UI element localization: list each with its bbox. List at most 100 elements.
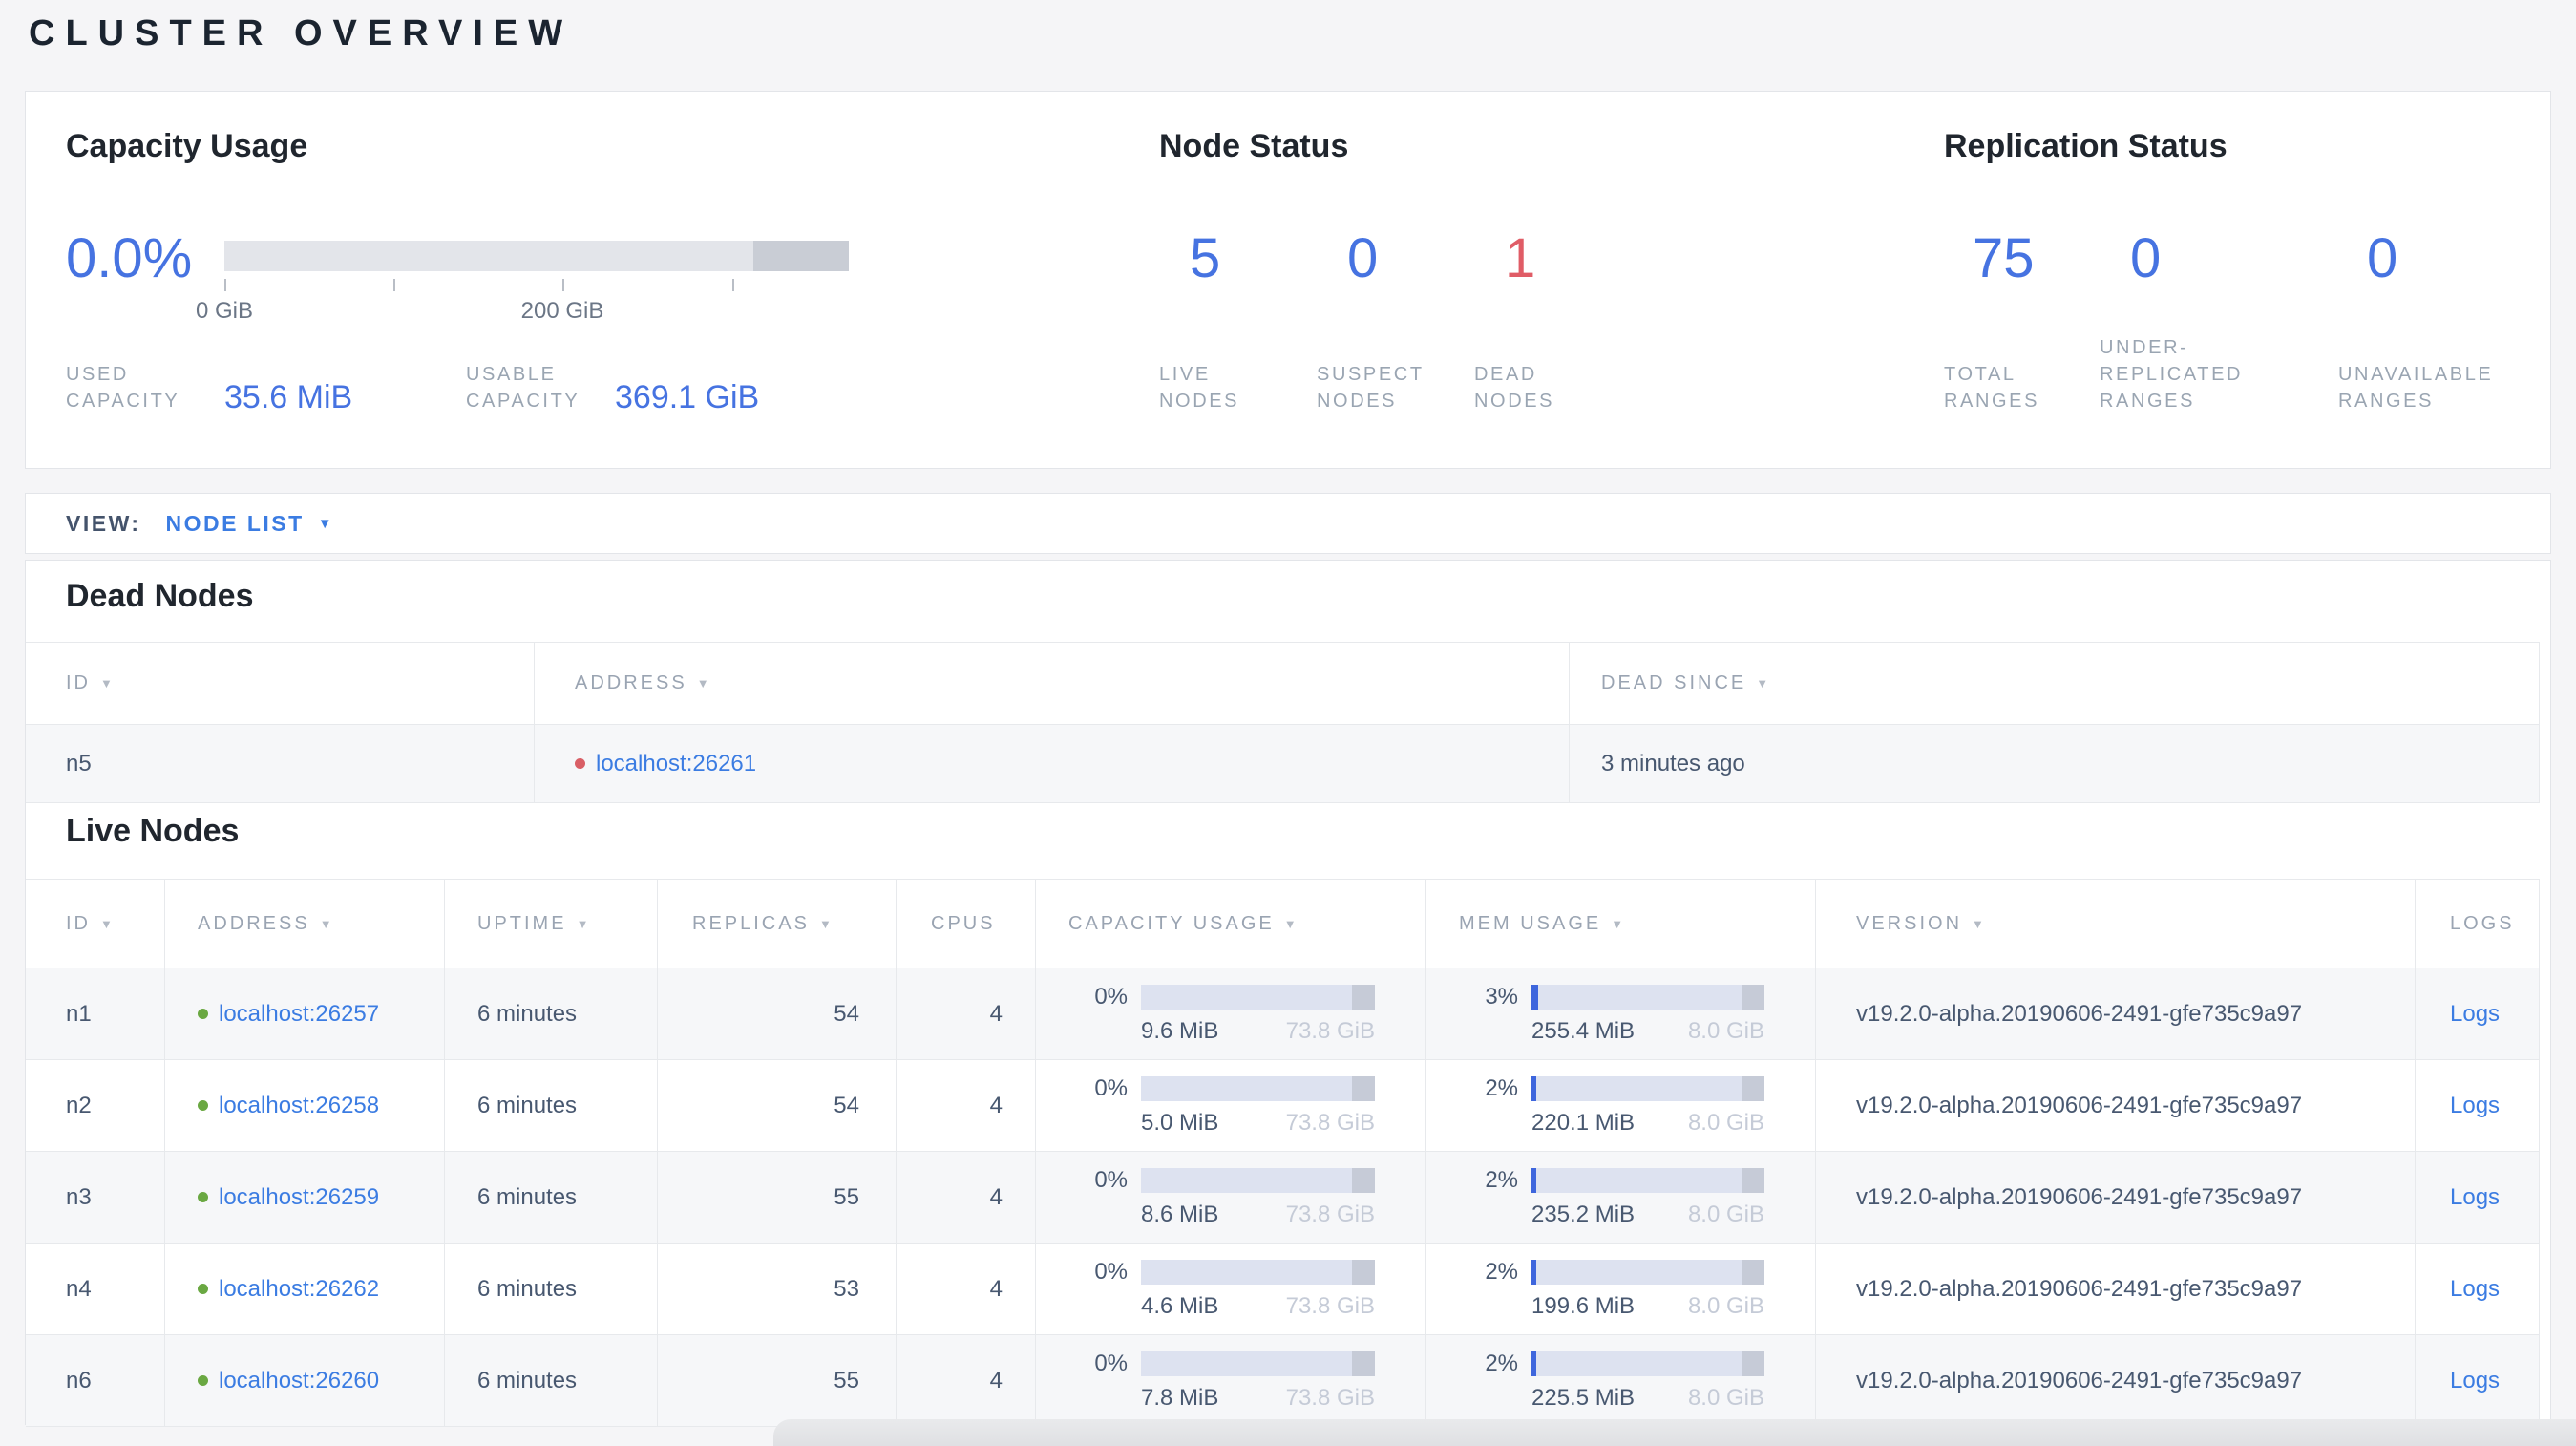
axis-tick [562,279,564,291]
live-col-uptime[interactable]: UPTIME ▼ [445,880,658,968]
replication-status-heading: Replication Status [1944,128,2228,164]
live-col-mem-usage[interactable]: MEM USAGE ▼ [1426,880,1816,968]
under-replicated-ranges-label: UNDER-REPLICATED RANGES [2100,337,2244,412]
usable-capacity-label: USABLE CAPACITY [466,364,581,412]
node-replicas: 55 [658,1335,897,1426]
mem-total-value: 8.0 GiB [1687,1110,1764,1136]
live-col-logs: LOGS [2416,880,2540,968]
view-bar: VIEW: NODE LIST ▼ [25,493,2551,554]
mem-total-value: 8.0 GiB [1687,1385,1764,1411]
live-col-replicas[interactable]: REPLICAS ▼ [658,880,897,968]
mem-used-value: 225.5 MiB [1531,1385,1636,1411]
dead-col-address[interactable]: ADDRESS ▼ [535,643,1570,724]
mem-usage-fill [1531,1168,1536,1193]
node-address-link[interactable]: localhost:26257 [219,1001,379,1028]
live-status-icon [198,1009,208,1019]
logs-link[interactable]: Logs [2450,1368,2500,1394]
live-col-version[interactable]: VERSION ▼ [1816,880,2416,968]
live-col-version-label: VERSION [1856,912,1963,934]
chevron-down-icon[interactable]: ▼ [318,516,332,532]
dead-node-address-link[interactable]: localhost:26261 [596,751,756,777]
bottom-shadow [773,1419,2576,1446]
capacity-used-value: 8.6 MiB [1141,1201,1219,1227]
live-col-id[interactable]: ID ▼ [26,880,165,968]
node-logs-cell: Logs [2416,1152,2540,1243]
node-address-link[interactable]: localhost:26259 [219,1184,379,1211]
capacity-percent: 0.0% [66,227,193,289]
node-replicas: 55 [658,1152,897,1243]
dead-col-address-label: ADDRESS [575,672,687,693]
dead-node-row: n5 localhost:26261 3 minutes ago [26,725,2540,803]
mem-total-value: 8.0 GiB [1687,1201,1764,1227]
node-list-dropdown[interactable]: NODE LIST ▼ [166,511,332,537]
dead-col-id-label: ID [66,672,91,693]
total-ranges-count: 75 [1973,227,2035,289]
capacity-total-value: 73.8 GiB [1285,1385,1375,1411]
node-address-cell: localhost:26262 [165,1244,445,1334]
live-col-cpus[interactable]: CPUS [897,880,1036,968]
dead-col-id[interactable]: ID ▼ [26,643,535,724]
live-col-logs-label: LOGS [2450,912,2515,934]
capacity-used-value: 7.8 MiB [1141,1385,1219,1411]
node-logs-cell: Logs [2416,1060,2540,1151]
sort-desc-icon: ▼ [1756,676,1772,691]
live-nodes-table: ID ▼ ADDRESS ▼ UPTIME ▼ REPLICAS ▼ CPUS … [26,879,2540,1427]
node-version: v19.2.0-alpha.20190606-2491-gfe735c9a97 [1816,968,2416,1059]
capacity-total-value: 73.8 GiB [1285,1110,1375,1136]
axis-tick [224,279,226,291]
capacity-usage-dark-segment [1351,1260,1375,1285]
mem-usage-fill [1531,985,1539,1010]
mem-used-value: 220.1 MiB [1531,1110,1636,1136]
node-address-link[interactable]: localhost:26258 [219,1093,379,1119]
sort-desc-icon: ▼ [818,916,834,931]
node-address-link[interactable]: localhost:26260 [219,1368,379,1394]
node-id: n3 [26,1152,165,1243]
node-address-link[interactable]: localhost:26262 [219,1276,379,1303]
capacity-percent-label: 0% [1094,1350,1128,1376]
live-col-id-label: ID [66,912,91,934]
dead-node-dead-since: 3 minutes ago [1570,725,2540,802]
logs-link[interactable]: Logs [2450,1184,2500,1211]
capacity-usage-bar [1141,1168,1375,1193]
mem-used-value: 235.2 MiB [1531,1201,1636,1227]
table-row: n6 localhost:26260 6 minutes 55 4 0% 7.8… [26,1335,2540,1427]
sort-desc-icon: ▼ [1283,916,1299,931]
live-col-address[interactable]: ADDRESS ▼ [165,880,445,968]
mem-usage-bar [1531,1260,1764,1285]
capacity-percent-label: 0% [1094,1259,1128,1285]
dead-nodes-table-header: ID ▼ ADDRESS ▼ DEAD SINCE ▼ [26,642,2540,725]
capacity-total-value: 73.8 GiB [1285,1018,1375,1044]
capacity-used-value: 9.6 MiB [1141,1018,1219,1044]
mem-percent-label: 2% [1485,1350,1518,1376]
dead-nodes-count: 1 [1505,227,1536,289]
unavailable-ranges-count: 0 [2367,227,2398,289]
dead-nodes-table: ID ▼ ADDRESS ▼ DEAD SINCE ▼ n5 localhost… [26,642,2540,803]
node-mem-usage-cell: 2% 225.5 MiB 8.0 GiB [1426,1335,1816,1426]
node-cpus: 4 [897,1060,1036,1151]
dead-col-dead-since[interactable]: DEAD SINCE ▼ [1570,643,2540,724]
node-logs-cell: Logs [2416,1244,2540,1334]
node-capacity-usage-cell: 0% 4.6 MiB 73.8 GiB [1036,1244,1426,1334]
live-col-cpus-label: CPUS [931,912,996,934]
mem-total-value: 8.0 GiB [1687,1293,1764,1319]
dead-node-id: n5 [26,725,535,802]
capacity-bar [224,241,849,271]
mem-percent-label: 2% [1485,1259,1518,1285]
mem-percent-label: 2% [1485,1167,1518,1193]
live-col-capacity-usage[interactable]: CAPACITY USAGE ▼ [1036,880,1426,968]
dead-node-address-cell: localhost:26261 [535,725,1570,802]
node-list-dropdown-value[interactable]: NODE LIST [166,511,305,537]
sort-desc-icon: ▼ [696,676,712,691]
used-capacity-value: 35.6 MiB [224,379,353,415]
live-nodes-heading: Live Nodes [66,813,240,849]
logs-link[interactable]: Logs [2450,1093,2500,1119]
node-capacity-usage-cell: 0% 9.6 MiB 73.8 GiB [1036,968,1426,1059]
sort-desc-icon: ▼ [100,676,116,691]
logs-link[interactable]: Logs [2450,1276,2500,1303]
live-nodes-label: LIVE NODES [1159,364,1240,412]
axis-label-0gib: 0 GiB [195,298,254,324]
axis-tick [732,279,734,291]
logs-link[interactable]: Logs [2450,1001,2500,1028]
capacity-used-value: 4.6 MiB [1141,1293,1219,1319]
live-status-icon [198,1100,208,1111]
